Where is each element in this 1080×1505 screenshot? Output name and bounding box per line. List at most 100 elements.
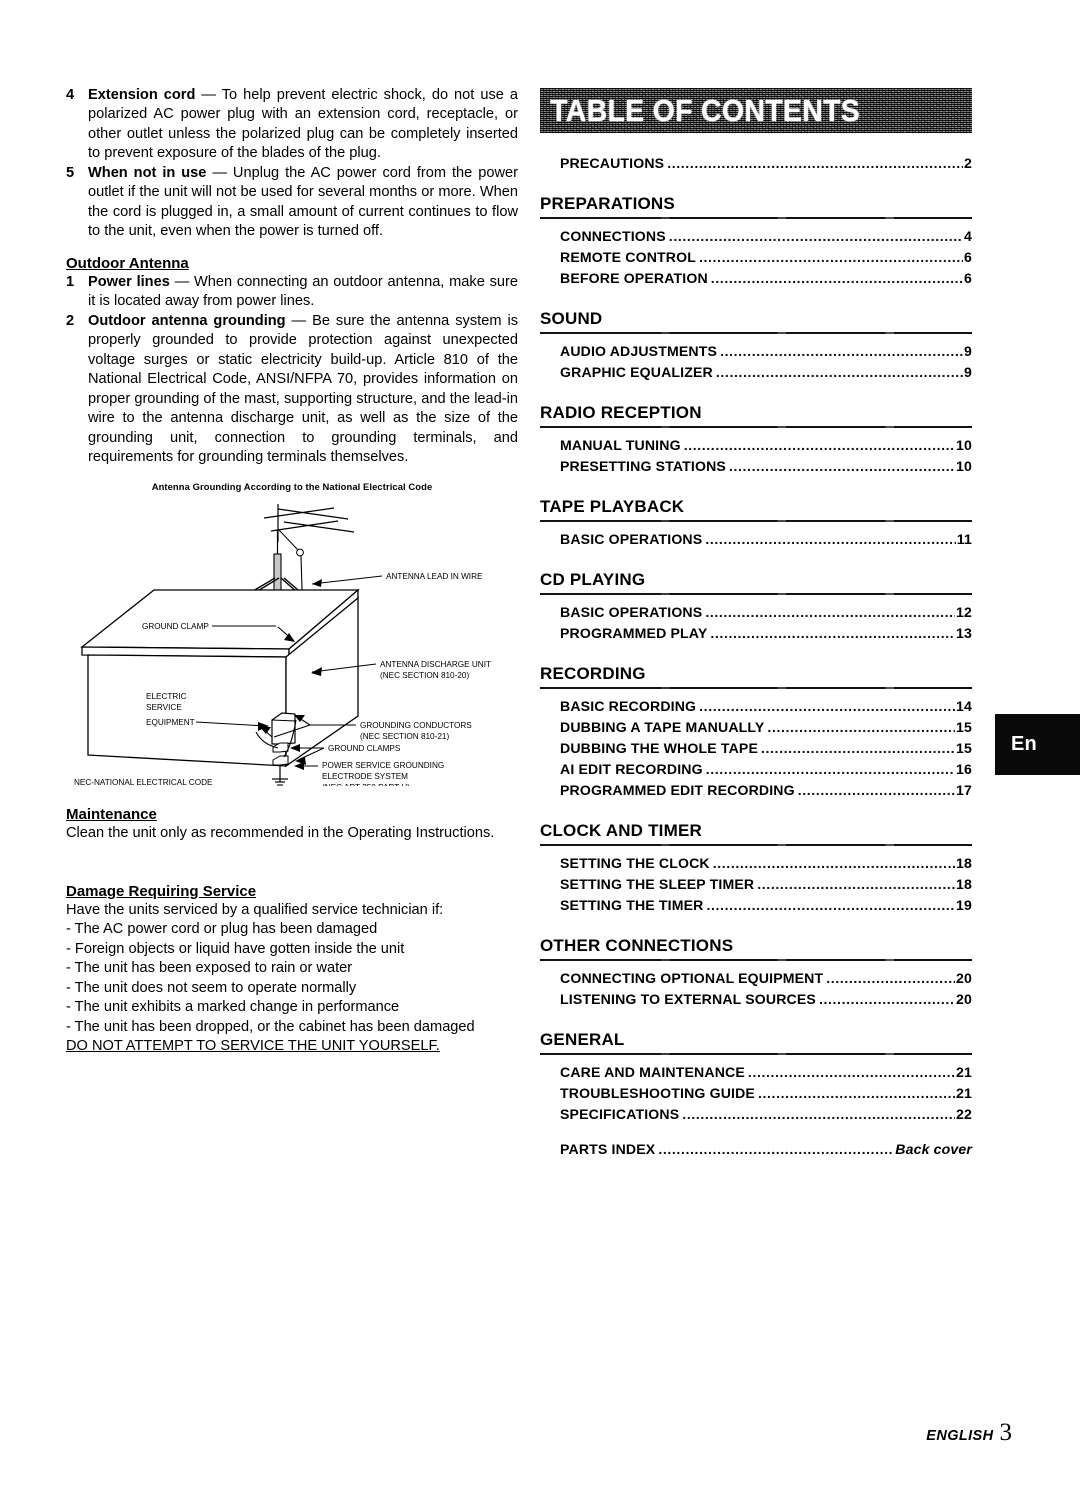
item-number: 5	[66, 164, 75, 181]
toc-dot-leader: ........................................…	[682, 1105, 955, 1122]
toc-entry-programmed-play[interactable]: PROGRAMMED PLAY ........................…	[540, 623, 972, 644]
item-lead: Extension cord	[88, 87, 196, 103]
toc-dot-leader: ........................................…	[715, 363, 963, 380]
toc-entry-ai-edit-recording[interactable]: AI EDIT RECORDING ......................…	[540, 759, 972, 780]
damage-bullet: - The unit exhibits a marked change in p…	[66, 999, 400, 1016]
toc-section-title: RECORDING	[540, 663, 646, 683]
toc-entry-label: PRESETTING STATIONS	[560, 457, 726, 474]
toc-entry-basic-recording[interactable]: BASIC RECORDING ........................…	[540, 696, 972, 717]
toc-entry-label: PRECAUTIONS	[560, 155, 665, 171]
toc-entry-connecting-optional-equipment[interactable]: CONNECTING OPTIONAL EQUIPMENT ..........…	[540, 968, 972, 989]
toc-entry-label: CONNECTIONS	[560, 227, 666, 244]
toc-section-radio-reception: RADIO RECEPTION MANUAL TUNING ..........…	[540, 403, 978, 477]
toc-section-title: PREPARATIONS	[540, 193, 675, 213]
damage-bullet: - The unit has been dropped, or the cabi…	[66, 1018, 475, 1035]
item-lead: Power lines	[88, 273, 170, 290]
toc-entry-basic-operations-tape[interactable]: BASIC OPERATIONS .......................…	[540, 529, 972, 550]
toc-entry-remote-control[interactable]: REMOTE CONTROL .........................…	[540, 247, 972, 268]
toc-entry-label: PROGRAMMED EDIT RECORDING	[560, 781, 795, 798]
section-divider	[540, 519, 972, 522]
section-divider	[540, 686, 972, 689]
toc-section-title: OTHER CONNECTIONS	[540, 935, 734, 955]
toc-entry-graphic-equalizer[interactable]: GRAPHIC EQUALIZER ......................…	[540, 362, 972, 383]
toc-entry-presetting-stations[interactable]: PRESETTING STATIONS ....................…	[540, 456, 972, 477]
toc-entry-basic-operations-cd[interactable]: BASIC OPERATIONS .......................…	[540, 602, 972, 623]
toc-section-general: GENERAL CARE AND MAINTENANCE ...........…	[540, 1030, 978, 1125]
toc-entry-page: 2	[964, 155, 972, 171]
item-lead: When not in use	[88, 164, 207, 181]
toc-dot-leader: ........................................…	[668, 227, 963, 244]
numbered-item-4: 4 Extension cord — To help prevent elect…	[66, 86, 518, 164]
label-grounding-conductors: GROUNDING CONDUCTORS	[360, 721, 472, 730]
toc-dot-leader: ........................................…	[712, 854, 955, 871]
manual-page: 4 Extension cord — To help prevent elect…	[0, 0, 1080, 1505]
toc-entry-specifications[interactable]: SPECIFICATIONS .........................…	[540, 1104, 972, 1125]
toc-dot-leader: ........................................…	[705, 530, 955, 547]
section-divider	[540, 216, 972, 219]
toc-dot-leader: ........................................…	[706, 896, 956, 913]
label-antenna-discharge-unit-nec: (NEC SECTION 810-20)	[380, 671, 469, 680]
numbered-item-5: 5 When not in use — Unplug the AC power …	[66, 164, 518, 242]
toc-entry-page: 9	[964, 363, 972, 380]
section-divider	[540, 331, 972, 334]
toc-entry-parts-index[interactable]: PARTS INDEX ............................…	[540, 1139, 972, 1160]
toc-entry-label: BEFORE OPERATION	[560, 269, 708, 286]
toc-dot-leader: ........................................…	[698, 248, 963, 265]
toc-entry-label: PROGRAMMED PLAY	[560, 624, 708, 641]
label-electrode-system: ELECTRODE SYSTEM	[322, 772, 408, 781]
page-footer: ENGLISH 3	[0, 1419, 1012, 1447]
toc-entry-label: PARTS INDEX	[560, 1140, 656, 1157]
toc-section-cd-playing: CD PLAYING BASIC OPERATIONS ............…	[540, 570, 978, 644]
item-number: 4	[66, 87, 75, 103]
toc-entry-dubbing-a-tape-manually[interactable]: DUBBING A TAPE MANUALLY ................…	[540, 717, 972, 738]
diagram-figure: ANTENNA LEAD IN WIRE GROUND CLAMP ANTENN…	[74, 504, 491, 786]
section-divider	[540, 958, 972, 961]
toc-dot-leader: ........................................…	[705, 760, 955, 777]
section-divider	[540, 425, 972, 428]
toc-dot-leader: ........................................…	[710, 624, 956, 641]
toc-section-title: TAPE PLAYBACK	[540, 496, 685, 516]
toc-entry-audio-adjustments[interactable]: AUDIO ADJUSTMENTS ......................…	[540, 341, 972, 362]
toc-dot-leader: ........................................…	[767, 718, 956, 735]
toc-entry-label: AI EDIT RECORDING	[560, 760, 703, 777]
table-of-contents: TABLE OF CONTENTS PRECAUTIONS ..........…	[540, 88, 978, 1160]
toc-entry-care-and-maintenance[interactable]: CARE AND MAINTENANCE ...................…	[540, 1062, 972, 1083]
toc-entry-page: 14	[956, 697, 972, 714]
outdoor-antenna-heading: Outdoor Antenna	[66, 254, 189, 272]
toc-section-recording: RECORDING BASIC RECORDING ..............…	[540, 664, 978, 801]
toc-section-clock-and-timer: CLOCK AND TIMER SETTING THE CLOCK ......…	[540, 821, 978, 916]
label-nec-art-250: (NEC ART 250 PART H)	[322, 783, 410, 786]
toc-entry-page: 17	[956, 781, 972, 798]
damage-bullet: - The AC power cord or plug has been dam…	[66, 921, 378, 938]
toc-entry-setting-the-sleep-timer[interactable]: SETTING THE SLEEP TIMER ................…	[540, 874, 972, 895]
toc-entry-page: 18	[956, 875, 972, 892]
toc-section-title: SOUND	[540, 308, 603, 328]
toc-entry-manual-tuning[interactable]: MANUAL TUNING ..........................…	[540, 435, 972, 456]
toc-dot-leader: ........................................…	[710, 269, 963, 286]
label-ground-clamps: GROUND CLAMPS	[328, 744, 401, 753]
outdoor-antenna-item-1: 1 Power lines — When connecting an outdo…	[66, 273, 518, 312]
maintenance-body: Clean the unit only as recommended in th…	[66, 825, 495, 842]
antenna-grounding-diagram: Antenna Grounding According to the Natio…	[66, 481, 518, 793]
toc-entry-page: 10	[956, 436, 972, 453]
toc-entry-dubbing-the-whole-tape[interactable]: DUBBING THE WHOLE TAPE .................…	[540, 738, 972, 759]
toc-dot-leader: ........................................…	[720, 342, 963, 359]
toc-entry-listening-to-external-sources[interactable]: LISTENING TO EXTERNAL SOURCES ..........…	[540, 989, 972, 1010]
left-column: 4 Extension cord — To help prevent elect…	[66, 86, 518, 1057]
label-ground-clamp: GROUND CLAMP	[142, 622, 209, 631]
toc-entry-before-operation[interactable]: BEFORE OPERATION .......................…	[540, 268, 972, 289]
toc-banner-title: TABLE OF CONTENTS	[550, 92, 861, 128]
toc-entry-page: 22	[956, 1105, 972, 1122]
toc-entry-connections[interactable]: CONNECTIONS ............................…	[540, 226, 972, 247]
toc-entry-setting-the-timer[interactable]: SETTING THE TIMER ......................…	[540, 895, 972, 916]
toc-entry-precautions[interactable]: PRECAUTIONS ............................…	[540, 153, 972, 174]
language-tab-en: En	[995, 714, 1080, 775]
toc-entry-setting-the-clock[interactable]: SETTING THE CLOCK ......................…	[540, 853, 972, 874]
toc-dot-leader: ........................................…	[761, 739, 956, 756]
toc-entry-label: DUBBING A TAPE MANUALLY	[560, 718, 765, 735]
toc-entry-page: 21	[956, 1063, 972, 1080]
toc-dot-leader: ........................................…	[667, 155, 963, 171]
toc-entry-programmed-edit-recording[interactable]: PROGRAMMED EDIT RECORDING ..............…	[540, 780, 972, 801]
toc-dot-leader: ........................................…	[728, 457, 955, 474]
toc-entry-troubleshooting-guide[interactable]: TROUBLESHOOTING GUIDE ..................…	[540, 1083, 972, 1104]
